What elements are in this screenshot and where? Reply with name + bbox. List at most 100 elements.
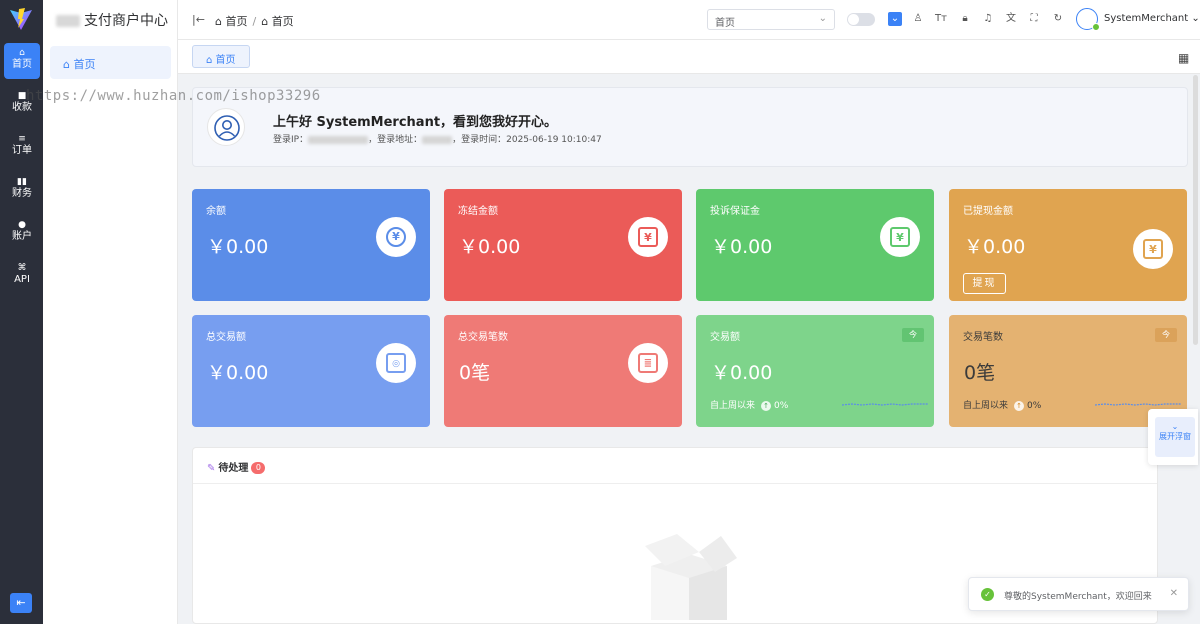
card-label: 总交易额	[206, 332, 246, 343]
rail-item-api[interactable]: ⌘ API	[4, 258, 40, 294]
card-label: 余额	[206, 206, 226, 217]
stat-card-total-amount: 总交易额 ￥0.00 ◎	[192, 315, 430, 427]
stat-card-today-amount: 交易额 今 ￥0.00 自上周以来 ↑ 0%	[696, 315, 934, 427]
card-label: 冻结金额	[458, 206, 498, 217]
rail-item-home[interactable]: ⌂ 首页	[4, 43, 40, 79]
vite-logo[interactable]	[9, 7, 33, 31]
welcome-toast: ✓ 尊敬的SystemMerchant，欢迎回来 ✕	[968, 577, 1189, 611]
list-icon: ≡	[18, 134, 26, 144]
api-icon: ⌘	[17, 263, 27, 273]
home-icon: ⌂	[19, 48, 25, 58]
scrollbar[interactable]	[1193, 75, 1198, 345]
user-avatar-icon	[207, 108, 245, 146]
login-time: 2025-06-19 10:10:47	[506, 135, 602, 145]
avatar[interactable]	[1076, 8, 1100, 31]
rail-item-label: 首页	[12, 59, 32, 70]
device-icon: ◎	[376, 343, 416, 383]
rail-item-account[interactable]: ● 账户	[4, 215, 40, 251]
tab-home[interactable]: ⌂ 首页	[192, 45, 250, 68]
card-label: 投诉保证金	[710, 206, 760, 217]
stat-card-balance: 余额 ￥0.00 ¥	[192, 189, 430, 301]
pin-icon: ✎	[207, 463, 216, 474]
rail-item-label: API	[14, 274, 30, 285]
pending-header: ✎ 待处理 0	[193, 448, 1157, 484]
breadcrumb-item[interactable]: ⌂ 首页	[215, 15, 247, 28]
sparkline	[1095, 403, 1181, 406]
sidebar-item-home[interactable]: ⌂ 首页	[50, 46, 171, 79]
card-value: 0笔	[459, 362, 491, 384]
toast-message: 尊敬的SystemMerchant，欢迎回来	[1004, 592, 1152, 602]
font-size-icon[interactable]: Tт	[934, 12, 948, 26]
refresh-icon[interactable]: ↻	[1051, 12, 1065, 26]
card-value: ￥0.00	[964, 236, 1026, 258]
today-tag: 今	[1155, 328, 1177, 342]
arrow-up-icon: ↑	[1014, 401, 1025, 411]
today-tag: 今	[902, 328, 924, 342]
card-value: ￥0.00	[711, 236, 773, 258]
check-circle-icon: ✓	[981, 588, 994, 601]
welcome-greeting: 上午好 SystemMerchant，看到您我好开心。	[273, 115, 558, 130]
float-panel[interactable]: ⌄ 展开浮窗	[1148, 409, 1198, 465]
rail-item-label: 账户	[12, 231, 32, 242]
redacted-address	[422, 135, 453, 144]
card-value: ￥0.00	[459, 236, 521, 258]
card-label: 已提现金额	[963, 206, 1013, 217]
rail-item-label: 订单	[12, 145, 32, 156]
card-trend: 自上周以来 ↑ 0%	[710, 401, 789, 411]
home-icon: ⌂	[63, 58, 74, 71]
bell-icon[interactable]: ♫	[981, 12, 995, 26]
welcome-panel: 上午好 SystemMerchant，看到您我好开心。 登录IP： ，登录地址：，…	[192, 87, 1188, 167]
chevron-down-icon: ⌄	[818, 13, 827, 24]
breadcrumb-item[interactable]: ⌂ 首页	[261, 15, 293, 28]
document-icon: ≣	[628, 343, 668, 383]
yen-box-icon: ¥	[1133, 229, 1173, 269]
home-icon: ⌂	[261, 15, 269, 28]
card-trend: 自上周以来 ↑ 0%	[963, 401, 1042, 411]
card-value: ￥0.00	[207, 236, 269, 258]
grid-icon[interactable]: ▦	[1178, 51, 1189, 65]
home-icon: ⌂	[206, 55, 216, 66]
stat-card-frozen: 冻结金额 ￥0.00 ¥	[444, 189, 682, 301]
close-icon[interactable]: ✕	[1170, 588, 1178, 599]
sidebar-item-label: 首页	[73, 58, 96, 71]
card-value: ￥0.00	[711, 362, 773, 384]
card-label: 交易额	[710, 332, 740, 343]
user-icon: ●	[18, 220, 26, 230]
card-label: 总交易笔数	[458, 332, 508, 343]
user-menu[interactable]: SystemMerchant ⌄	[1104, 13, 1200, 24]
withdraw-button[interactable]: 提现	[963, 273, 1006, 294]
yen-box-icon: ¥	[628, 217, 668, 257]
pending-title: ✎ 待处理 0	[207, 459, 266, 474]
theme-color-icon[interactable]: ⌄	[888, 12, 902, 26]
empty-box-icon	[645, 534, 737, 620]
rail-item-orders[interactable]: ≡ 订单	[4, 129, 40, 165]
rail-item-label: 财务	[12, 188, 32, 199]
stat-card-withdrawn: 已提现金额 ￥0.00 ¥ 提现	[949, 189, 1187, 301]
watermark: https://www.huzhan.com/ishop33296	[26, 88, 321, 104]
shirt-icon[interactable]: ♙	[911, 12, 925, 26]
fold-menu-icon[interactable]: |←	[192, 13, 205, 26]
home-icon: ⌂	[215, 15, 222, 28]
breadcrumb-separator: /	[252, 15, 257, 28]
dark-mode-toggle[interactable]	[847, 13, 875, 26]
card-value: ￥0.00	[207, 362, 269, 384]
tabs-bar: ⌂ 首页 ▦	[178, 40, 1200, 74]
fullscreen-icon[interactable]: ⛶	[1027, 12, 1041, 26]
stat-card-deposit: 投诉保证金 ￥0.00 ¥	[696, 189, 934, 301]
finance-icon: ▮▮	[17, 177, 27, 187]
lock-icon[interactable]: 🔒︎	[958, 12, 972, 26]
expand-float-button[interactable]: ⌄ 展开浮窗	[1155, 417, 1195, 457]
chevron-down-icon: ⌄	[1171, 422, 1179, 431]
translate-icon[interactable]: 文	[1004, 12, 1018, 26]
arrow-up-icon: ↑	[761, 401, 772, 411]
menu-search-select[interactable]: 首页 ⌄	[707, 9, 835, 30]
collapse-icon: ⇤	[16, 596, 26, 609]
login-info: 登录IP： ，登录地址： ，登录时间：2025-06-19 10:10:47	[273, 135, 602, 145]
redacted-ip	[308, 135, 369, 144]
rail-item-finance[interactable]: ▮▮ 财务	[4, 172, 40, 208]
collapse-button[interactable]: ⇤	[10, 593, 32, 613]
breadcrumb: ⌂ 首页 / ⌂ 首页	[215, 13, 294, 29]
sparkline	[842, 403, 928, 406]
yen-circle-icon: ¥	[376, 217, 416, 257]
stat-card-total-count: 总交易笔数 0笔 ≣	[444, 315, 682, 427]
